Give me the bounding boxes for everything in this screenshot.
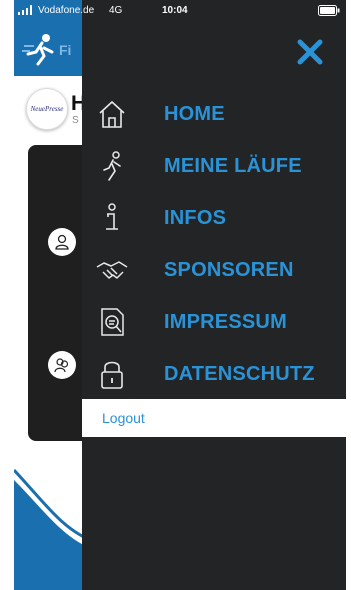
logout-button[interactable]: Logout (82, 399, 346, 437)
close-button[interactable] (296, 38, 324, 66)
menu-item-meine-laeufe[interactable]: MEINE LÄUFE (82, 141, 346, 191)
menu-item-sponsoren[interactable]: SPONSOREN (82, 245, 346, 295)
avatar: NeuePresse (26, 88, 68, 130)
handshake-icon (96, 261, 128, 279)
app-logo-text: Fi (59, 42, 72, 58)
menu-item-label: HOME (164, 103, 225, 125)
menu-item-label: MEINE LÄUFE (164, 155, 302, 177)
document-search-icon (101, 308, 124, 336)
status-bar: Vodafone.de 4G 10:04 (14, 0, 346, 24)
battery-icon (318, 5, 340, 19)
menu-item-label: SPONSOREN (164, 259, 294, 281)
menu-item-label: IMPRESSUM (164, 311, 287, 333)
navigation-drawer: HOME MEINE LÄUFE INFOS SPONSOREN IMPRESS… (82, 0, 346, 590)
home-icon (99, 100, 125, 128)
menu-item-datenschutz[interactable]: DATENSCHUTZ (82, 349, 346, 399)
user-icon (48, 228, 76, 256)
info-icon (106, 203, 118, 230)
logout-label: Logout (102, 410, 145, 426)
carrier-label: Vodafone.de (38, 5, 95, 16)
close-icon (297, 39, 323, 65)
runner-icon (103, 151, 121, 181)
menu-item-infos[interactable]: INFOS (82, 193, 346, 243)
network-label: 4G (109, 5, 123, 16)
users-icon (48, 351, 76, 379)
menu-item-home[interactable]: HOME (82, 89, 346, 139)
menu-item-impressum[interactable]: IMPRESSUM (82, 297, 346, 347)
clock: 10:04 (162, 5, 188, 16)
runner-logo-icon (22, 32, 60, 71)
signal-icon (18, 5, 36, 18)
menu-item-label: DATENSCHUTZ (164, 363, 315, 385)
lock-icon (101, 361, 123, 389)
background-subtitle: S (72, 115, 79, 126)
menu-item-label: INFOS (164, 207, 227, 229)
